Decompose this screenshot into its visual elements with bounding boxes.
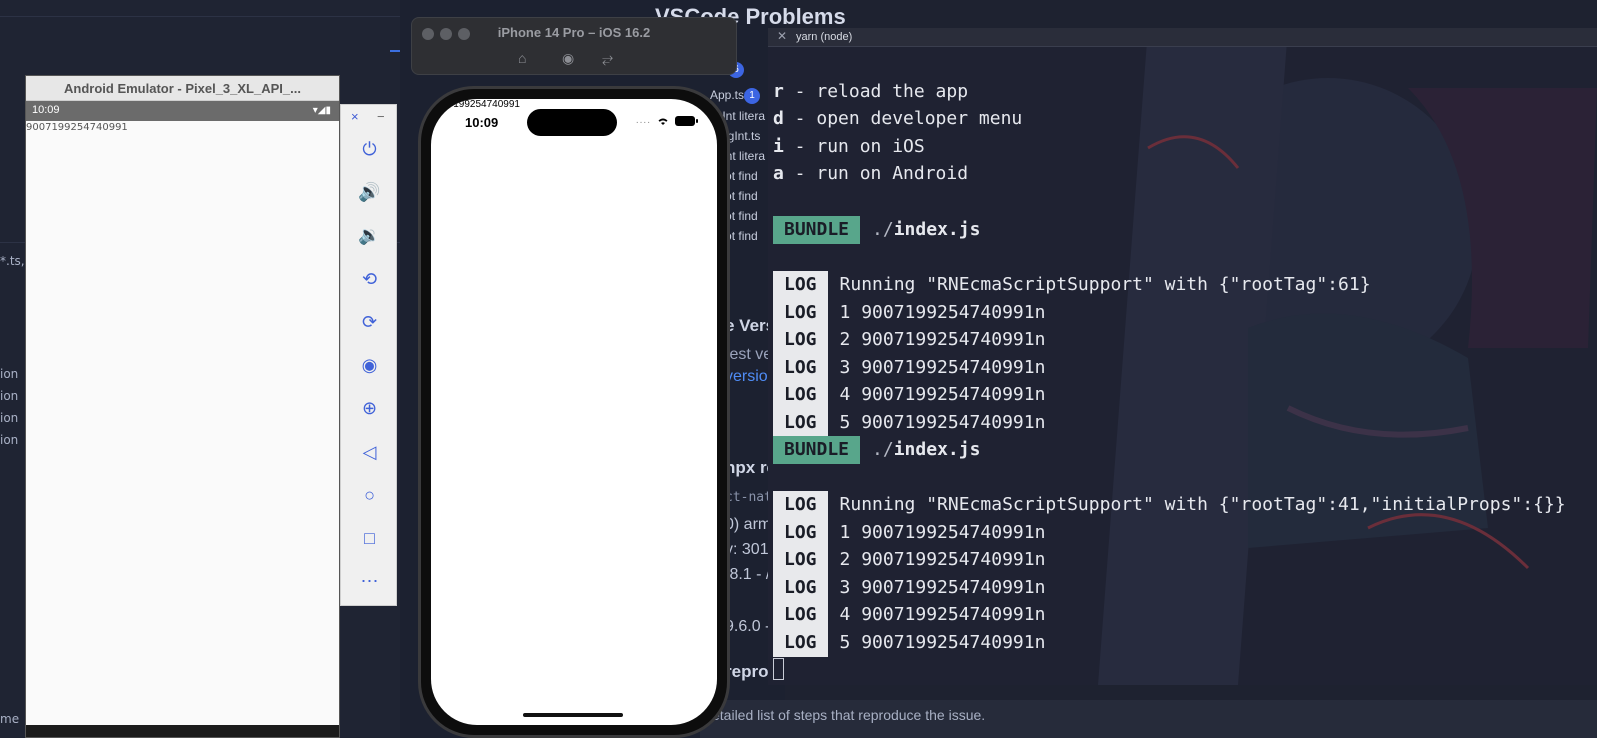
close-icon[interactable]: × [351, 109, 359, 124]
bundle-tag: BUNDLE [773, 216, 861, 244]
ios-overlay-text: 9007199254740991 [431, 99, 520, 110]
back-icon[interactable]: ◁ [341, 434, 398, 470]
left-ion-line: ion [0, 411, 19, 425]
iphone-screen[interactable]: 9007199254740991 10:09 .... [431, 99, 717, 725]
android-emulator-window: Android Emulator - Pixel_3_XL_API_... 10… [25, 75, 340, 738]
ios-simulator-toolbar: iPhone 14 Pro – iOS 16.2 ⌂ ◉ ⥂ [411, 17, 737, 75]
rotate-icon[interactable]: ⥂ [602, 50, 613, 67]
signal-dots-icon: .... [635, 115, 651, 126]
android-status-icons: ▾◢▮ [312, 105, 331, 116]
bundle-line: BUNDLE ./index.js [773, 216, 980, 244]
ios-simulator-title: iPhone 14 Pro – iOS 16.2 [497, 25, 651, 40]
log-line: LOG Running "RNEcmaScriptSupport" with {"… [773, 491, 1566, 519]
terminal-menu-line: r - reload the app [773, 81, 969, 102]
log-tag: LOG [773, 354, 828, 382]
info-version-line: .8.1 - / [725, 566, 771, 583]
log-tag: LOG [773, 574, 828, 602]
log-tag: LOG [773, 271, 828, 299]
android-emulator-title: Android Emulator - Pixel_3_XL_API_... [64, 81, 301, 96]
home-icon[interactable]: ⌂ [518, 50, 526, 66]
terminal-tab-bar: ✕ yarn (node) [768, 28, 1597, 47]
android-status-time: 10:09 [32, 104, 60, 116]
bundle-tag: BUNDLE [773, 436, 861, 464]
left-ion-line: ion [0, 367, 19, 381]
zoom-icon[interactable]: ⊕ [341, 390, 398, 426]
terminal-menu-line: i - run on iOS [773, 136, 925, 157]
log-tag: LOG [773, 381, 828, 409]
more-icon[interactable]: ⋯ [341, 563, 398, 599]
iphone-device: 9007199254740991 10:09 .... [418, 86, 730, 738]
log-line: LOG 4 9007199254740991n [773, 381, 1045, 409]
info-arm-line: 0) arm [725, 516, 772, 533]
terminal-tab-title[interactable]: yarn (node) [796, 31, 852, 43]
minimize-icon[interactable]: − [377, 109, 385, 124]
reproduce-description: etailed list of steps that reproduce the… [712, 707, 986, 723]
desktop: *.ts, ion ion ion ion me VSCode Problems… [0, 0, 1597, 738]
info-mem-line: y: 301. [725, 541, 774, 558]
battery-icon [675, 115, 698, 126]
rotate-left-icon[interactable]: ⟲ [341, 261, 398, 297]
log-tag: LOG [773, 629, 828, 657]
android-control-panel: × − ⏻ 🔊 🔉 ⟲ ⟳ ◉ ⊕ ◁ ○ □ ⋯ [340, 104, 397, 606]
left-ion-line: ion [0, 433, 19, 447]
app-file-badge: 1 [744, 88, 760, 104]
volume-up-icon[interactable]: 🔊 [341, 174, 398, 210]
log-line: LOG 2 9007199254740991n [773, 546, 1045, 574]
log-line: LOG 5 9007199254740991n [773, 409, 1045, 437]
rotate-right-icon[interactable]: ⟳ [341, 304, 398, 340]
log-line: LOG 1 9007199254740991n [773, 519, 1045, 547]
log-tag: LOG [773, 519, 828, 547]
terminal-menu-line: d - open developer menu [773, 108, 1023, 129]
overview-icon[interactable]: □ [341, 520, 398, 556]
log-tag: LOG [773, 491, 828, 519]
camera-icon[interactable]: ◉ [341, 347, 398, 383]
android-status-bar: 10:09 ▾◢▮ [26, 101, 339, 121]
left-snippet: *.ts, [0, 254, 25, 268]
power-icon[interactable]: ⏻ [341, 131, 398, 167]
android-titlebar[interactable]: Android Emulator - Pixel_3_XL_API_... [26, 76, 339, 101]
android-nav-strip [26, 725, 339, 737]
log-line: LOG 5 9007199254740991n [773, 629, 1045, 657]
log-tag: LOG [773, 601, 828, 629]
android-app-text: 9007199254740991 [26, 122, 128, 133]
wifi-icon [658, 118, 668, 125]
log-tag: LOG [773, 546, 828, 574]
log-line: LOG 3 9007199254740991n [773, 354, 1045, 382]
log-line: LOG Running "RNEcmaScriptSupport" with {"… [773, 271, 1371, 299]
bundle-line: BUNDLE ./index.js [773, 436, 980, 464]
ios-status-time: 10:09 [465, 115, 499, 130]
terminal-menu-line: a - run on Android [773, 163, 969, 184]
log-tag: LOG [773, 299, 828, 327]
ios-status-icons: .... [635, 115, 698, 126]
home-indicator[interactable] [523, 713, 623, 717]
screenshot-icon[interactable]: ◉ [562, 50, 574, 67]
log-tag: LOG [773, 326, 828, 354]
close-icon[interactable]: ✕ [777, 29, 787, 43]
dynamic-island [527, 109, 617, 136]
log-line: LOG 2 9007199254740991n [773, 326, 1045, 354]
log-line: LOG 4 9007199254740991n [773, 601, 1045, 629]
volume-down-icon[interactable]: 🔉 [341, 217, 398, 253]
log-line: LOG 3 9007199254740991n [773, 574, 1045, 602]
log-line: LOG 1 9007199254740991n [773, 299, 1045, 327]
home-icon[interactable]: ○ [341, 477, 398, 513]
info-xcode-line: 9.6.0 - [725, 618, 771, 635]
left-ion-line: ion [0, 389, 19, 403]
log-tag: LOG [773, 409, 828, 437]
left-bottom-text: me [0, 712, 20, 726]
terminal-cursor [773, 658, 784, 680]
